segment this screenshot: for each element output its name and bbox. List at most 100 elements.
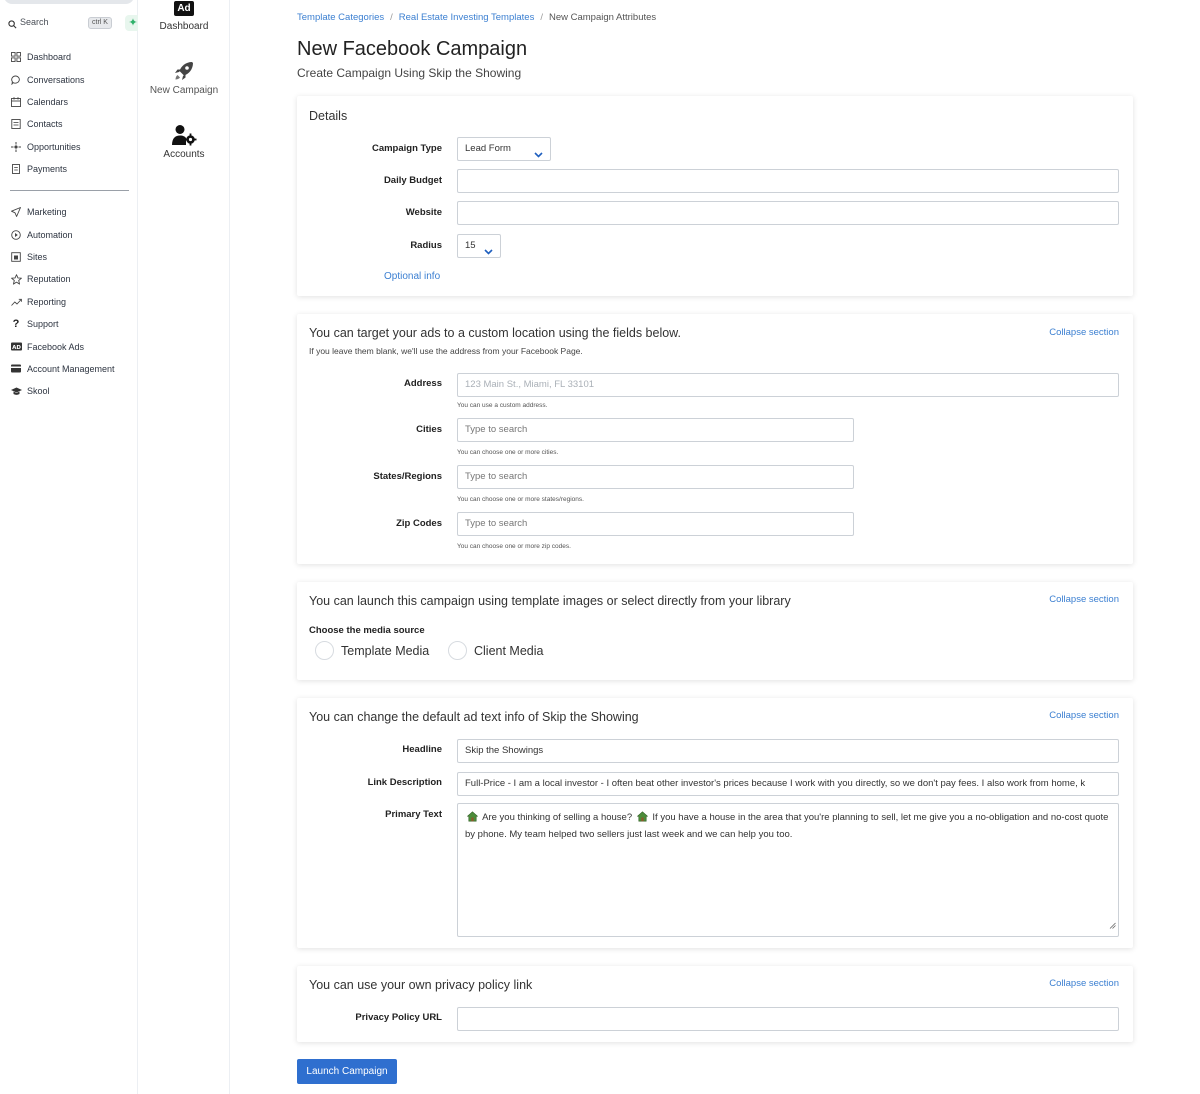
sidebar-item-label: Calendars <box>27 96 69 107</box>
breadcrumb-real-estate-templates[interactable]: Real Estate Investing Templates <box>399 12 535 23</box>
privacy-url-input[interactable] <box>457 1007 1119 1031</box>
sidebar-divider <box>10 190 129 191</box>
app-dashboard-button[interactable]: Ad Dashboard <box>138 1 230 32</box>
app-new-campaign-label: New Campaign <box>149 85 219 96</box>
breadcrumb-current: New Campaign Attributes <box>548 12 657 23</box>
app-accounts-label: Accounts <box>163 149 205 160</box>
sidebar-item-label: Conversations <box>27 74 85 85</box>
radius-value: 15 <box>465 240 476 251</box>
sidebar-item-label: Dashboard <box>27 52 72 63</box>
search-icon <box>8 18 17 32</box>
location-note: If you leave them blank, we'll use the a… <box>309 346 583 356</box>
sidebar-item-reporting[interactable]: Reporting <box>10 291 135 313</box>
dashboard-icon <box>10 51 22 63</box>
sidebar-item-label: Payments <box>27 164 68 175</box>
chevron-down-icon <box>484 242 493 264</box>
cities-help: You can choose one or more cities. <box>457 449 559 456</box>
payments-icon <box>10 163 22 175</box>
collapse-ad-text-link[interactable]: Collapse section <box>1049 710 1119 721</box>
address-help: You can use a custom address. <box>457 402 548 409</box>
zip-codes-label: Zip Codes <box>396 518 442 529</box>
send-icon <box>10 206 22 218</box>
ad-icon: Ad <box>174 1 194 16</box>
sidebar-item-payments[interactable]: Payments <box>10 158 135 180</box>
sidebar-search[interactable]: Search ctrl K ✦ <box>8 15 141 33</box>
primary-text-textarea[interactable]: Are you thinking of selling a house? If … <box>457 803 1119 937</box>
daily-budget-input[interactable] <box>457 169 1119 193</box>
sidebar-item-facebook-ads[interactable]: AD Facebook Ads <box>10 335 135 357</box>
sidebar-item-dashboard[interactable]: Dashboard <box>10 46 135 68</box>
sidebar-item-opportunities[interactable]: Opportunities <box>10 136 135 158</box>
breadcrumb-template-categories[interactable]: Template Categories <box>297 12 384 23</box>
states-help: You can choose one or more states/region… <box>457 496 584 503</box>
collapse-location-link[interactable]: Collapse section <box>1049 327 1119 338</box>
sidebar-item-conversations[interactable]: Conversations <box>10 68 135 90</box>
campaign-type-label: Campaign Type <box>371 143 442 154</box>
ad-icon: AD <box>10 341 22 353</box>
zip-codes-input[interactable]: Type to search <box>457 512 854 536</box>
sidebar-item-label: Facebook Ads <box>27 341 85 352</box>
template-media-radio[interactable]: Template Media <box>315 641 429 660</box>
campaign-type-select[interactable]: Lead Form <box>457 137 551 161</box>
location-card: You can target your ads to a custom loca… <box>297 314 1133 564</box>
sidebar-item-label: Reputation <box>27 274 71 285</box>
chevron-down-icon <box>534 145 543 167</box>
headline-input[interactable]: Skip the Showings <box>457 739 1119 763</box>
sidebar-item-label: Support <box>27 319 59 330</box>
radius-label: Radius <box>410 240 442 251</box>
states-input[interactable]: Type to search <box>457 465 854 489</box>
link-description-input[interactable]: Full-Price - I am a local investor - I o… <box>457 772 1119 796</box>
sidebar-item-skool[interactable]: Skool <box>10 380 135 402</box>
address-label: Address <box>403 378 442 389</box>
star-icon <box>10 273 22 285</box>
sidebar-item-support[interactable]: ? Support <box>10 313 135 335</box>
sidebar-item-automation[interactable]: Automation <box>10 223 135 245</box>
radio-circle[interactable] <box>448 641 467 660</box>
website-input[interactable] <box>457 201 1119 225</box>
cities-label: Cities <box>416 424 442 435</box>
website-label: Website <box>405 207 442 218</box>
media-card: You can launch this campaign using templ… <box>297 582 1133 680</box>
sidebar-item-label: Opportunities <box>27 141 81 152</box>
user-gear-icon <box>171 125 197 149</box>
collapse-media-link[interactable]: Collapse section <box>1049 594 1119 605</box>
headline-label: Headline <box>402 744 442 755</box>
page-title: New Facebook Campaign <box>297 38 528 60</box>
sidebar-item-label: Skool <box>27 386 50 397</box>
sidebar-item-account-management[interactable]: Account Management <box>10 358 135 380</box>
resize-handle-icon[interactable] <box>1109 919 1116 934</box>
sidebar-item-reputation[interactable]: Reputation <box>10 268 135 290</box>
sidebar-item-label: Automation <box>27 229 73 240</box>
app-new-campaign-button[interactable]: New Campaign <box>138 60 230 96</box>
trend-icon <box>10 296 22 308</box>
sidebar-item-calendars[interactable]: Calendars <box>10 91 135 113</box>
sidebar-item-sites[interactable]: Sites <box>10 246 135 268</box>
address-input[interactable]: 123 Main St., Miami, FL 33101 <box>457 373 1119 397</box>
collapse-privacy-link[interactable]: Collapse section <box>1049 978 1119 989</box>
chat-icon <box>10 74 22 86</box>
breadcrumb-separator: / <box>540 12 543 23</box>
radio-circle[interactable] <box>315 641 334 660</box>
house-icon <box>636 811 649 827</box>
radius-select[interactable]: 15 <box>457 234 501 258</box>
link-description-label: Link Description <box>367 777 442 788</box>
media-title: You can launch this campaign using templ… <box>309 594 791 608</box>
sidebar-item-label: Marketing <box>27 207 67 218</box>
sites-icon <box>10 251 22 263</box>
sidebar-item-contacts[interactable]: Contacts <box>10 113 135 135</box>
primary-text-label: Primary Text <box>385 809 442 820</box>
cities-input[interactable]: Type to search <box>457 418 854 442</box>
privacy-title: You can use your own privacy policy link <box>309 978 533 992</box>
optional-info-link[interactable]: Optional info <box>384 271 440 282</box>
client-media-radio[interactable]: Client Media <box>448 641 543 660</box>
breadcrumb: Template Categories / Real Estate Investin… <box>297 12 656 23</box>
automation-icon <box>10 229 22 241</box>
app-accounts-button[interactable]: Accounts <box>138 124 230 160</box>
app-column: Ad Dashboard New Campaign Accounts <box>138 0 230 1094</box>
sidebar: Search ctrl K ✦ Dashboard Conversations … <box>0 0 141 1094</box>
launch-campaign-button[interactable]: Launch Campaign <box>297 1059 397 1084</box>
account-switcher[interactable] <box>4 0 134 4</box>
daily-budget-label: Daily Budget <box>383 175 442 186</box>
privacy-card: You can use your own privacy policy link… <box>297 966 1133 1042</box>
sidebar-item-marketing[interactable]: Marketing <box>10 201 135 223</box>
